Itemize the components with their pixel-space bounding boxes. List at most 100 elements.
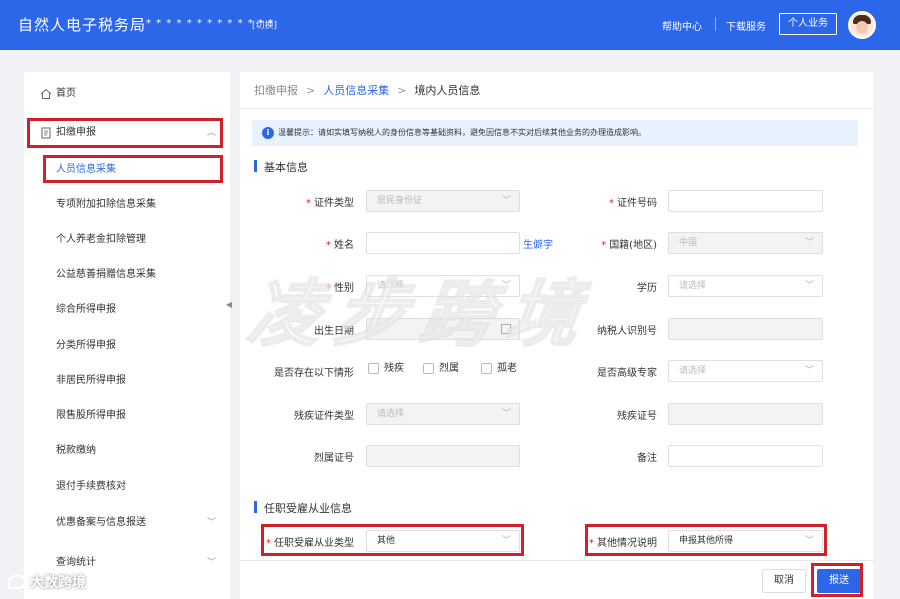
employment-type-select[interactable]: 其他 ﹀: [366, 530, 520, 552]
avatar[interactable]: [848, 11, 876, 39]
cancel-button[interactable]: 取消: [762, 569, 806, 593]
chevron-down-icon: ﹀: [804, 366, 814, 376]
brand-logo: 大数跨境: [8, 572, 86, 592]
sidebar-item-donation[interactable]: 公益慈善捐赠信息采集: [24, 262, 230, 288]
remark-label: 备注: [637, 453, 657, 464]
submit-button[interactable]: 报送: [817, 569, 861, 593]
checkbox-elderly[interactable]: 孤老: [481, 362, 517, 376]
id-type-value: 居民身份证: [377, 196, 423, 206]
sidebar-item-personnel-info[interactable]: 人员信息采集: [24, 157, 230, 183]
disability-no-input[interactable]: [668, 403, 823, 425]
form-footer: 取消 报送: [240, 560, 873, 599]
switch-link[interactable]: [切换]: [252, 18, 277, 31]
sidebar-item-pension[interactable]: 个人养老金扣除管理: [24, 227, 230, 253]
chevron-up-icon: ︿: [206, 128, 216, 138]
collapse-sidebar-icon[interactable]: ◀: [224, 290, 234, 320]
section-title-basic: 基本信息: [254, 159, 308, 175]
chevron-right-icon: >: [397, 84, 407, 97]
sidebar-item-label: 专项附加扣除信息采集: [56, 199, 156, 210]
chat-bubble-icon: [8, 575, 26, 589]
disability-type-select[interactable]: 请选择 ﹀: [366, 403, 520, 425]
sidebar-item-classified[interactable]: 分类所得申报: [24, 333, 230, 359]
sidebar-item-nonresident[interactable]: 非居民所得申报: [24, 368, 230, 394]
id-type-select[interactable]: 居民身份证 ﹀: [366, 190, 520, 212]
chevron-down-icon: ﹀: [501, 281, 511, 291]
expert-label: 是否高级专家: [597, 368, 657, 379]
martyr-no-input[interactable]: [366, 445, 520, 467]
sidebar-item-label: 个人养老金扣除管理: [56, 234, 146, 245]
expert-select[interactable]: 请选择 ﹀: [668, 360, 823, 382]
sidebar-item-preferential[interactable]: 优惠备案与信息报送 ﹀: [24, 510, 230, 536]
id-number-label: * 证件号码: [609, 198, 657, 209]
sidebar-item-refund-fee[interactable]: 退付手续费核对: [24, 474, 230, 500]
sidebar-item-withholding[interactable]: 扣缴申报 ︿: [24, 120, 230, 146]
sidebar-item-label: 首页: [56, 88, 76, 99]
nationality-select[interactable]: 中国 ﹀: [668, 232, 823, 254]
checkbox-martyr[interactable]: 烈属: [423, 362, 459, 376]
name-input[interactable]: [366, 232, 520, 254]
info-icon: i: [262, 127, 274, 139]
sidebar-item-label: 优惠备案与信息报送: [56, 517, 146, 528]
taxpayer-id-input[interactable]: [668, 318, 823, 340]
sidebar-item-restricted-stock[interactable]: 限售股所得申报: [24, 403, 230, 429]
nationality-value: 中国: [679, 238, 698, 248]
breadcrumb-personnel-info[interactable]: 人员信息采集: [323, 84, 389, 97]
breadcrumb: 扣缴申报 > 人员信息采集 > 境内人员信息: [254, 82, 480, 98]
notice-text: 温馨提示：请如实填写纳税人的身份信息等基础资料，避免因信息不实对后续其他业务的办…: [278, 128, 646, 137]
sidebar-item-label: 分类所得申报: [56, 340, 116, 351]
employment-type-value: 其他: [377, 536, 396, 546]
checkbox-icon: [423, 363, 434, 374]
download-service-link[interactable]: 下载服务: [726, 18, 766, 33]
chevron-down-icon: ﹀: [501, 536, 511, 546]
employment-type-label: * 任职受雇从业类型: [266, 538, 354, 549]
sidebar-item-label: 公益慈善捐赠信息采集: [56, 269, 156, 280]
sidebar-item-label: 税款缴纳: [56, 445, 96, 456]
breadcrumb-withholding[interactable]: 扣缴申报: [254, 84, 298, 97]
other-situation-select[interactable]: 申报其他所得 ﹀: [668, 530, 823, 552]
education-select[interactable]: 请选择 ﹀: [668, 275, 823, 297]
checkbox-disabled[interactable]: 残疾: [368, 362, 404, 376]
sidebar-item-tax-payment[interactable]: 税款缴纳: [24, 438, 230, 464]
disability-type-label: 残疾证件类型: [294, 411, 354, 422]
chevron-down-icon: ﹀: [804, 238, 814, 248]
personal-business-button[interactable]: 个人业务: [779, 13, 837, 35]
checkbox-icon: [368, 363, 379, 374]
divider: [240, 108, 873, 109]
chevron-down-icon: ﹀: [501, 409, 511, 419]
sidebar: 首页 扣缴申报 ︿ 人员信息采集 专项附加扣除信息采集 个人养老金扣除管理 公益…: [24, 72, 230, 599]
taxpayer-id-label: 纳税人识别号: [597, 326, 657, 337]
birthdate-picker[interactable]: [366, 318, 520, 340]
remark-input[interactable]: [668, 445, 823, 467]
checkbox-label: 残疾: [384, 363, 404, 374]
home-icon: [40, 88, 52, 99]
breadcrumb-domestic: 境内人员信息: [414, 84, 481, 97]
gender-placeholder: 请选择: [377, 281, 405, 291]
notice-banner: i 温馨提示：请如实填写纳税人的身份信息等基础资料，避免因信息不实对后续其他业务…: [252, 120, 858, 146]
gender-select[interactable]: 请选择 ﹀: [366, 275, 520, 297]
sidebar-item-label: 退付手续费核对: [56, 481, 126, 492]
nationality-label: * 国籍(地区): [601, 240, 657, 251]
chevron-down-icon: ﹀: [804, 536, 814, 546]
gender-label: * 性别: [326, 283, 354, 294]
chevron-down-icon: ﹀: [206, 518, 216, 528]
sidebar-item-home[interactable]: 首页: [24, 81, 230, 107]
sidebar-item-label: 扣缴申报: [56, 127, 96, 138]
situation-label: 是否存在以下情形: [274, 368, 354, 379]
sidebar-item-special-deduction[interactable]: 专项附加扣除信息采集: [24, 192, 230, 218]
sidebar-item-comprehensive[interactable]: 综合所得申报: [24, 297, 230, 323]
section-title-employment: 任职受雇从业信息: [254, 500, 352, 516]
name-label: * 姓名: [326, 240, 354, 251]
education-label: 学历: [637, 283, 657, 294]
chevron-down-icon: ﹀: [501, 196, 511, 206]
help-center-link[interactable]: 帮助中心: [662, 18, 702, 33]
checkbox-icon: [481, 363, 492, 374]
other-situation-value: 申报其他所得: [679, 536, 734, 546]
document-icon: [41, 127, 51, 139]
id-type-label: * 证件类型: [306, 198, 354, 209]
id-number-input[interactable]: [668, 190, 823, 212]
main-panel: 扣缴申报 > 人员信息采集 > 境内人员信息 i 温馨提示：请如实填写纳税人的身份信息等…: [240, 72, 873, 599]
disability-type-placeholder: 请选择: [377, 409, 405, 419]
expert-placeholder: 请选择: [679, 366, 707, 376]
calendar-icon: [501, 324, 511, 334]
disability-no-label: 残疾证号: [617, 411, 657, 422]
